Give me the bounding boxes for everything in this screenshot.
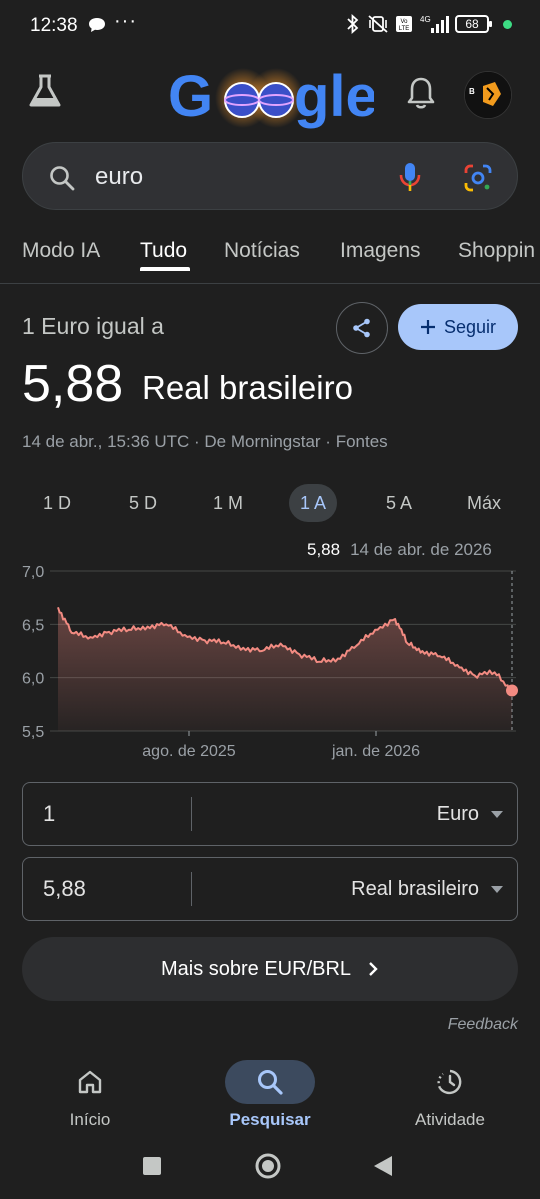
system-navigation-bar <box>0 1146 540 1199</box>
range-1d[interactable]: 1 D <box>32 484 82 522</box>
exchange-rate-chart[interactable]: 7,0 6,5 6,0 5,5 ago. de 2025 jan. de 2026 <box>0 556 540 766</box>
bottom-navigation: Início Pesquisar Atividade <box>0 1046 540 1146</box>
active-tab-indicator <box>140 267 190 271</box>
to-currency-select[interactable]: Real brasileiro <box>351 878 479 901</box>
nav-pesquisar[interactable]: Pesquisar <box>180 1046 360 1146</box>
to-amount-input[interactable]: 5,88 <box>43 876 86 902</box>
y-tick-label: 5,5 <box>22 724 44 741</box>
chart-tooltip: 5,88 14 de abr. de 2026 <box>294 530 512 570</box>
google-doodle-logo[interactable]: G gle <box>168 60 374 132</box>
svg-text:B: B <box>469 87 475 96</box>
recents-button-icon[interactable] <box>142 1156 162 1176</box>
svg-text:4G: 4G <box>420 15 431 24</box>
nav-inicio[interactable]: Início <box>0 1046 180 1146</box>
search-nav-icon <box>225 1060 315 1104</box>
y-tick-label: 7,0 <box>22 564 44 581</box>
rate-source-meta: 14 de abr., 15:36 UTC · De Morningstar ·… <box>22 432 388 451</box>
battery-indicator: 68 <box>455 15 492 33</box>
more-about-pair-button[interactable]: Mais sobre EUR/BRL <box>22 937 518 1001</box>
range-5d[interactable]: 5 D <box>118 484 168 522</box>
tab-tudo[interactable]: Tudo <box>140 239 187 263</box>
target-currency-name: Real brasileiro <box>142 369 353 406</box>
status-time: 12:38 <box>30 15 78 36</box>
search-bar[interactable]: euro <box>22 142 518 210</box>
share-button[interactable] <box>336 302 388 354</box>
back-button-icon[interactable] <box>372 1154 394 1178</box>
feedback-link[interactable]: Feedback <box>448 1016 518 1034</box>
y-tick-label: 6,5 <box>22 617 44 634</box>
tab-shopping[interactable]: Shoppin <box>458 239 535 263</box>
more-notifications-icon: ··· <box>114 10 137 32</box>
tab-modo-ia[interactable]: Modo IA <box>22 239 100 263</box>
status-icons: Vo LTE 4G 68 <box>345 14 512 34</box>
activity-history-icon <box>405 1060 495 1104</box>
nav-atividade[interactable]: Atividade <box>360 1046 540 1146</box>
svg-text:Vo: Vo <box>400 19 408 25</box>
privacy-dot-icon <box>503 19 512 29</box>
volte-icon: VoLTE <box>396 16 412 32</box>
notifications-bell-icon[interactable] <box>406 76 436 110</box>
status-bar: 12:38 ··· Vo LTE 4G 68 <box>0 0 540 52</box>
range-max[interactable]: Máx <box>458 484 510 522</box>
exchange-rate-value: 5,88 <box>22 355 124 413</box>
range-5a[interactable]: 5 A <box>374 484 424 522</box>
x-tick-label: jan. de 2026 <box>331 743 420 760</box>
dropdown-caret-icon[interactable] <box>491 886 503 893</box>
signal-icon: 4G <box>420 15 449 33</box>
to-amount-field[interactable]: 5,88 Real brasileiro <box>22 857 518 921</box>
svg-text:gle: gle <box>294 64 374 129</box>
tab-noticias[interactable]: Notícias <box>224 239 300 263</box>
range-1m[interactable]: 1 M <box>202 484 254 522</box>
dropdown-caret-icon[interactable] <box>491 811 503 818</box>
svg-text:G: G <box>168 64 213 129</box>
share-icon <box>353 318 370 338</box>
search-tabs: Modo IA Tudo Notícias Imagens Shoppin <box>0 228 540 284</box>
y-tick-label: 6,0 <box>22 671 44 688</box>
chat-bubble-icon <box>89 18 105 32</box>
tooltip-date: 14 de abr. de 2026 <box>350 540 492 559</box>
nav-atividade-label: Atividade <box>415 1110 485 1129</box>
mute-vibrate-icon <box>368 15 388 33</box>
from-currency-select[interactable]: Euro <box>437 803 479 826</box>
from-amount-input[interactable]: 1 <box>43 801 55 827</box>
labs-flask-icon[interactable] <box>26 72 64 110</box>
home-button-icon[interactable] <box>254 1152 282 1180</box>
field-divider <box>191 797 192 831</box>
tab-imagens[interactable]: Imagens <box>340 239 421 263</box>
nav-pesquisar-label: Pesquisar <box>229 1110 311 1129</box>
bluetooth-icon <box>347 14 359 34</box>
plus-icon <box>420 320 435 334</box>
series-area-fill <box>58 607 512 731</box>
conversion-label: 1 Euro igual a <box>22 313 164 339</box>
field-divider <box>191 872 192 906</box>
nav-inicio-label: Início <box>69 1110 111 1129</box>
tooltip-value: 5,88 <box>307 540 341 559</box>
x-tick-label: ago. de 2025 <box>142 743 236 760</box>
profile-avatar[interactable]: B <box>464 71 512 119</box>
range-1a[interactable]: 1 A <box>289 484 337 522</box>
search-input[interactable]: euro <box>95 163 143 191</box>
voice-search-icon[interactable] <box>399 161 421 193</box>
from-amount-field[interactable]: 1 Euro <box>22 782 518 846</box>
current-point-marker <box>506 684 518 697</box>
chart-canvas: 7,0 6,5 6,0 5,5 ago. de 2025 jan. de 2026 <box>22 564 518 760</box>
more-about-label: Mais sobre EUR/BRL <box>160 957 352 980</box>
follow-label: Seguir <box>443 316 497 337</box>
follow-button[interactable]: Seguir <box>398 304 518 350</box>
google-lens-icon[interactable] <box>463 163 493 193</box>
search-icon <box>50 166 75 191</box>
chevron-right-icon <box>369 962 378 976</box>
home-icon <box>45 1060 135 1104</box>
svg-text:LTE: LTE <box>399 26 410 32</box>
